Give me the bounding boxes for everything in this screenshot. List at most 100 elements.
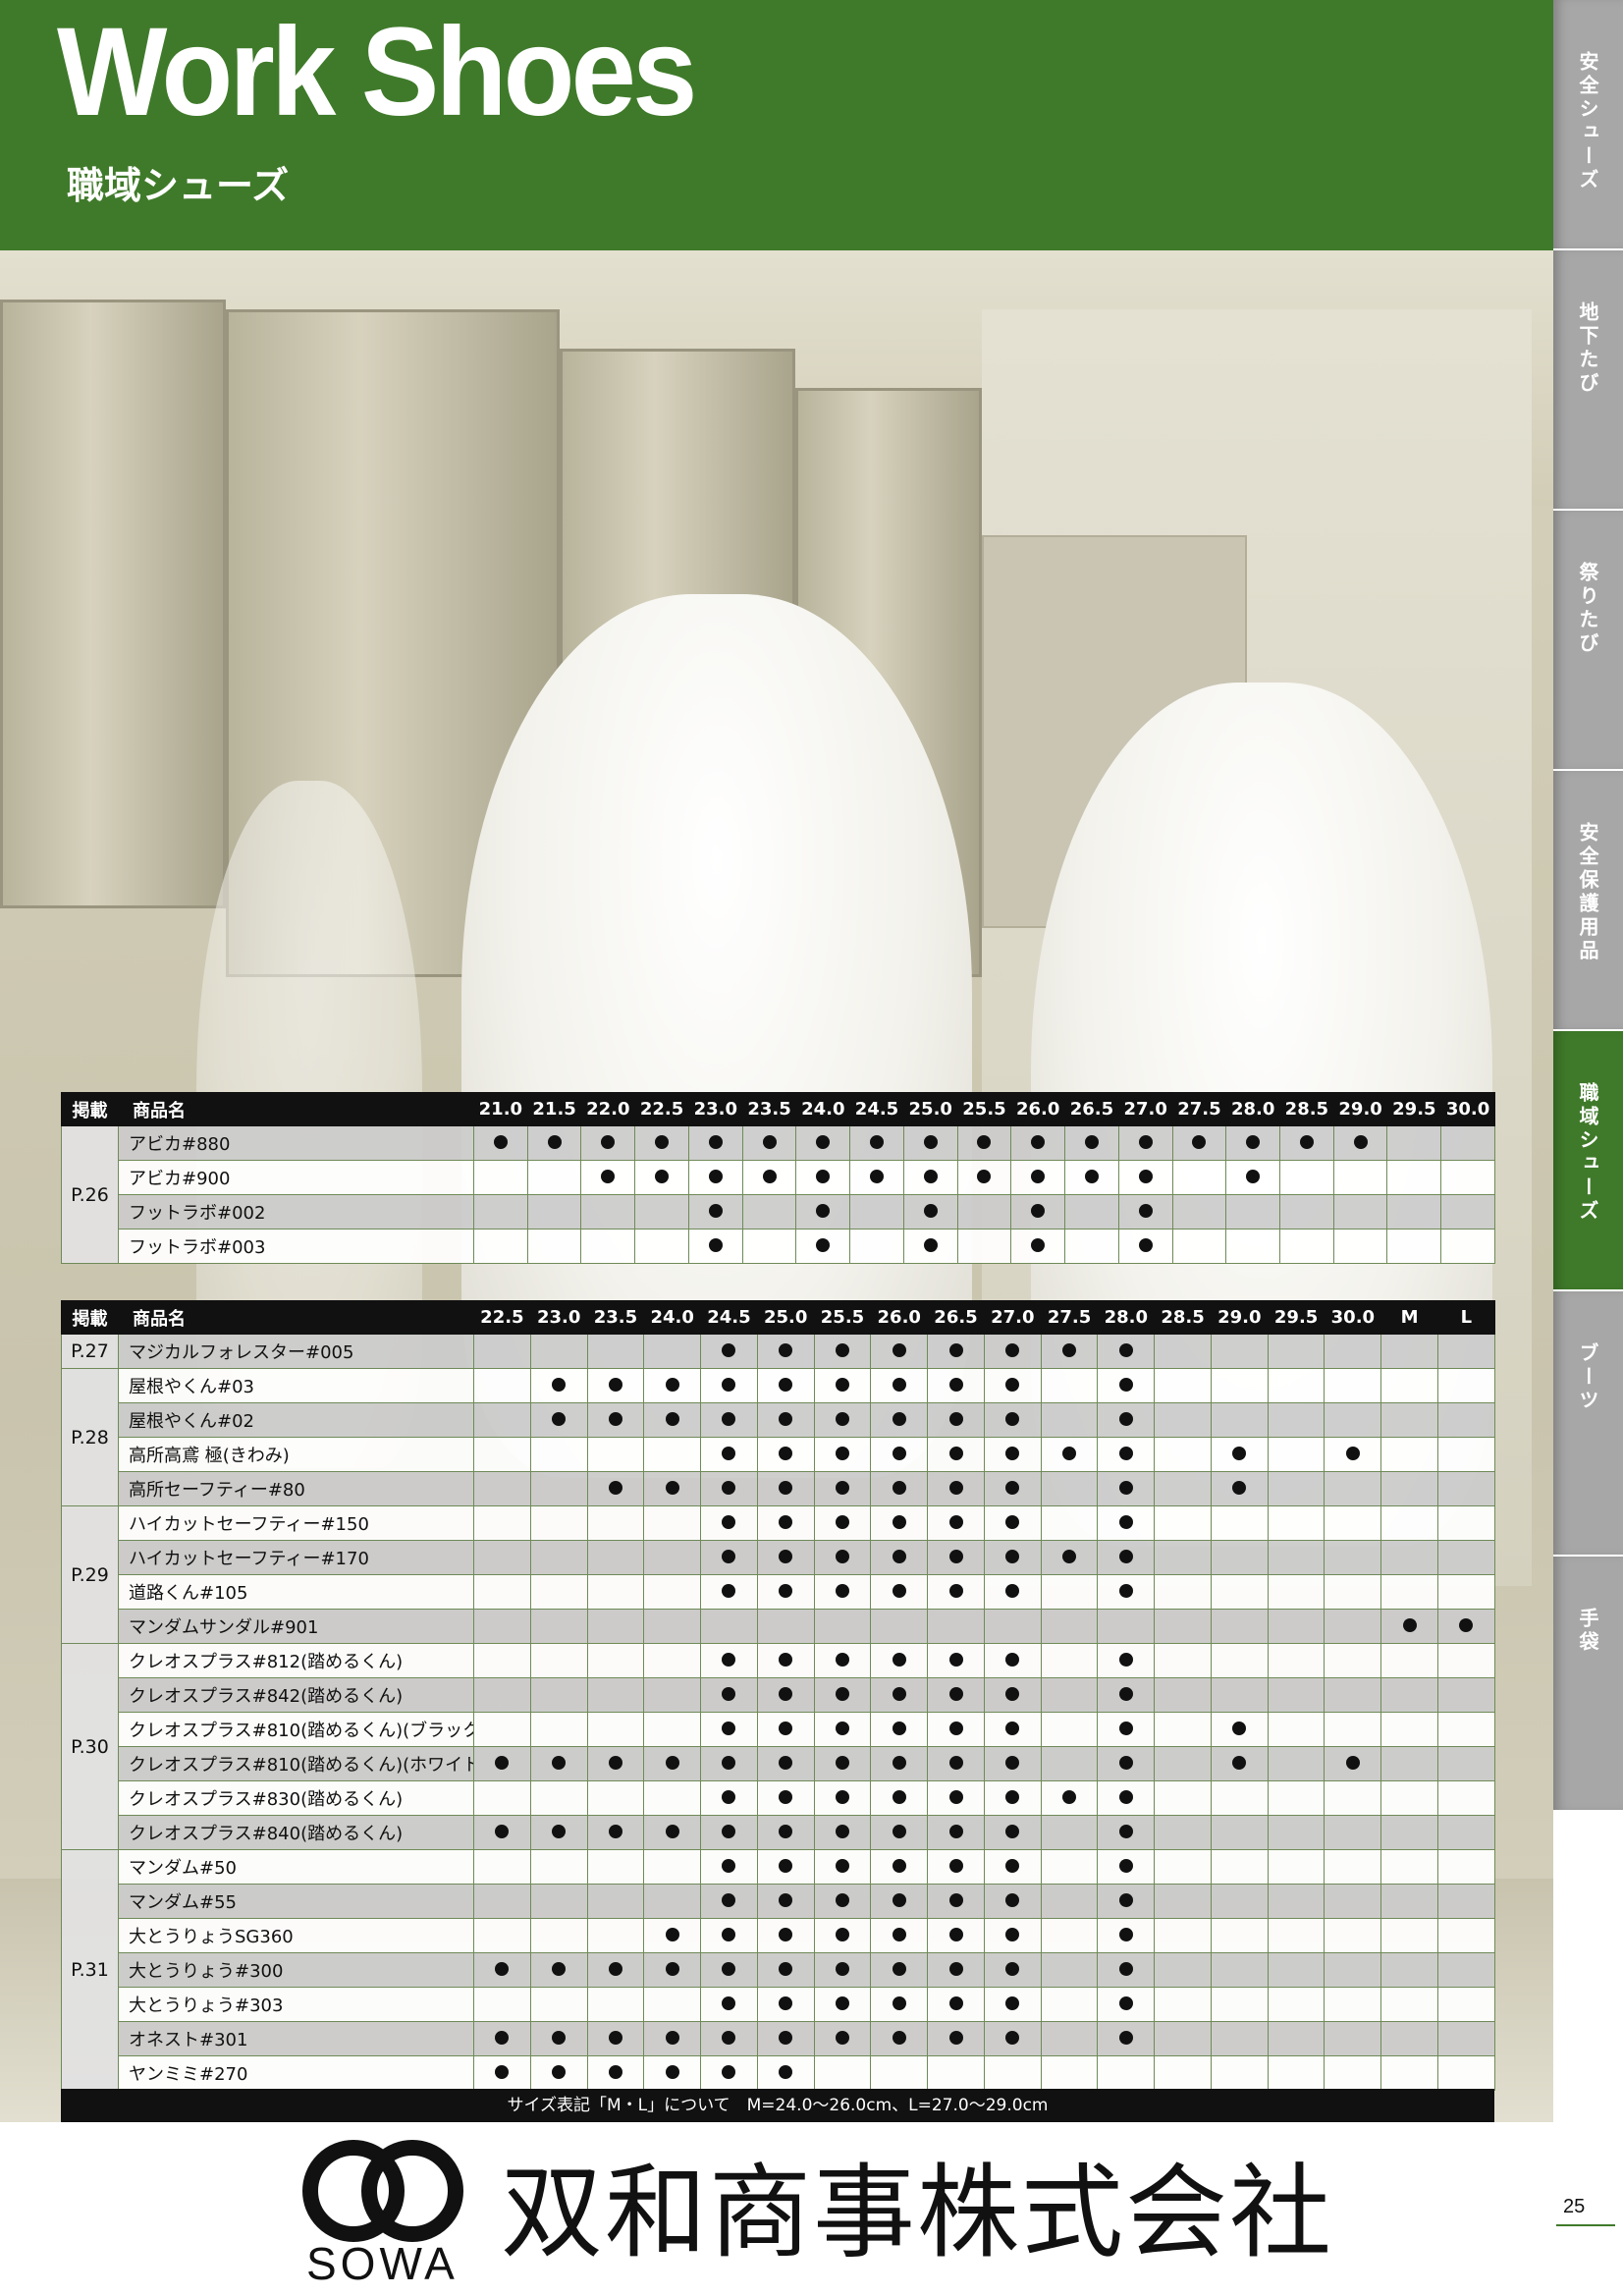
size-availability-cell (643, 1643, 702, 1678)
page-title: Work Shoes (57, 2, 697, 142)
available-dot-icon (552, 2030, 567, 2045)
size-availability-cell (1210, 1505, 1269, 1541)
size-availability-cell (1380, 2055, 1439, 2091)
tab-gloves[interactable]: 手袋 (1553, 1557, 1623, 1812)
available-dot-icon (1005, 1514, 1020, 1529)
tab-jika-tabi[interactable]: 地下たび (1553, 250, 1623, 511)
size-availability-cell (643, 1368, 702, 1403)
available-dot-icon (1005, 1480, 1020, 1495)
size-availability-cell (1267, 1987, 1325, 2022)
table-row: クレオスプラス#830(踏めるくん) (62, 1780, 1495, 1816)
size-availability-cell (1154, 1849, 1212, 1885)
table-row: マンダム#55 (62, 1884, 1495, 1919)
product-name: ヤンミミ#270 (118, 2055, 474, 2091)
table-row: 大とうりょう#300 (62, 1952, 1495, 1988)
size-availability-cell (473, 1160, 528, 1195)
available-dot-icon (870, 1169, 884, 1183)
available-dot-icon (892, 1446, 906, 1460)
tab-safety-shoes[interactable]: 安全シューズ (1553, 0, 1623, 250)
size-availability-cell (741, 1125, 797, 1161)
size-availability-cell (526, 1160, 582, 1195)
available-dot-icon (779, 1721, 793, 1735)
size-availability-cell (927, 1952, 985, 1988)
available-dot-icon (722, 2064, 736, 2079)
size-availability-cell (813, 1849, 872, 1885)
size-availability-cell (1097, 1574, 1156, 1610)
available-dot-icon (665, 1480, 679, 1495)
size-availability-cell (529, 1849, 588, 1885)
company-name: 双和商事株式会社 (501, 2153, 1334, 2272)
size-availability-cell (643, 1746, 702, 1781)
available-dot-icon (1118, 1411, 1133, 1426)
size-availability-cell (956, 1229, 1012, 1264)
available-dot-icon (1138, 1237, 1153, 1252)
available-dot-icon (892, 1892, 906, 1907)
available-dot-icon (892, 1721, 906, 1735)
available-dot-icon (1118, 1686, 1133, 1701)
size-availability-cell (983, 1952, 1042, 1988)
tab-protective-gear[interactable]: 安全保護用品 (1553, 771, 1623, 1031)
size-availability-cell (756, 1368, 815, 1403)
available-dot-icon (608, 1961, 622, 1976)
size-availability-cell (1040, 1987, 1099, 2022)
size-availability-cell (643, 1402, 702, 1438)
size-availability-cell (1210, 1746, 1269, 1781)
header-size-column: 26.0 (1010, 1092, 1066, 1126)
size-availability-cell (586, 1368, 645, 1403)
available-dot-icon (948, 1583, 963, 1598)
available-dot-icon (835, 1446, 849, 1460)
available-dot-icon (977, 1134, 992, 1149)
size-availability-cell (1380, 1437, 1439, 1472)
size-availability-cell (813, 1643, 872, 1678)
available-dot-icon (722, 1549, 736, 1563)
available-dot-icon (722, 1411, 736, 1426)
size-availability-cell (643, 1437, 702, 1472)
size-availability-cell (983, 2021, 1042, 2056)
size-availability-cell (586, 1987, 645, 2022)
tab-boots[interactable]: ブーツ (1553, 1291, 1623, 1557)
size-availability-cell (1210, 1574, 1269, 1610)
product-name: アビカ#900 (118, 1160, 474, 1195)
size-availability-cell (1324, 1815, 1382, 1850)
available-dot-icon (1118, 1514, 1133, 1529)
product-name: クレオスプラス#840(踏めるくん) (118, 1815, 474, 1850)
available-dot-icon (722, 1480, 736, 1495)
available-dot-icon (779, 1755, 793, 1770)
header-size-column: 28.5 (1154, 1300, 1212, 1335)
product-name: ハイカットセーフティー#150 (118, 1505, 474, 1541)
size-availability-cell (870, 2055, 929, 2091)
size-availability-cell (1097, 1712, 1156, 1747)
size-availability-cell (1117, 1194, 1173, 1230)
tab-label: 安全シューズ (1576, 51, 1599, 192)
tab-work-shoes[interactable]: 職域シューズ (1553, 1031, 1623, 1291)
size-availability-cell (870, 1609, 929, 1644)
table-row: 高所高鳶 極(きわみ) (62, 1437, 1495, 1472)
size-availability-cell (1332, 1194, 1388, 1230)
size-availability-cell (927, 1746, 985, 1781)
available-dot-icon (835, 1927, 849, 1941)
size-availability-cell (927, 1643, 985, 1678)
size-availability-cell (1267, 1849, 1325, 1885)
available-dot-icon (665, 1824, 679, 1838)
size-availability-cell (756, 1849, 815, 1885)
tab-festival-tabi[interactable]: 祭りたび (1553, 511, 1623, 771)
available-dot-icon (835, 1377, 849, 1392)
size-availability-cell (927, 1780, 985, 1816)
product-name: マンダムサンダル#901 (118, 1609, 474, 1644)
size-note: サイズ表記「M・L」について M=24.0～26.0cm、L=27.0～29.0… (61, 2089, 1494, 2122)
size-availability-cell (1380, 1712, 1439, 1747)
size-availability-cell (1010, 1125, 1066, 1161)
size-availability-cell (1154, 1437, 1212, 1472)
size-availability-cell (529, 1334, 588, 1369)
size-availability-cell (1386, 1229, 1442, 1264)
size-availability-cell (1210, 1368, 1269, 1403)
size-availability-cell (902, 1125, 958, 1161)
available-dot-icon (948, 1755, 963, 1770)
size-availability-cell (1154, 1471, 1212, 1506)
size-availability-cell (1010, 1229, 1066, 1264)
size-availability-cell (529, 1402, 588, 1438)
available-dot-icon (779, 2064, 793, 2079)
size-availability-cell (1154, 1574, 1212, 1610)
size-availability-cell (756, 1609, 815, 1644)
size-availability-cell (580, 1229, 636, 1264)
